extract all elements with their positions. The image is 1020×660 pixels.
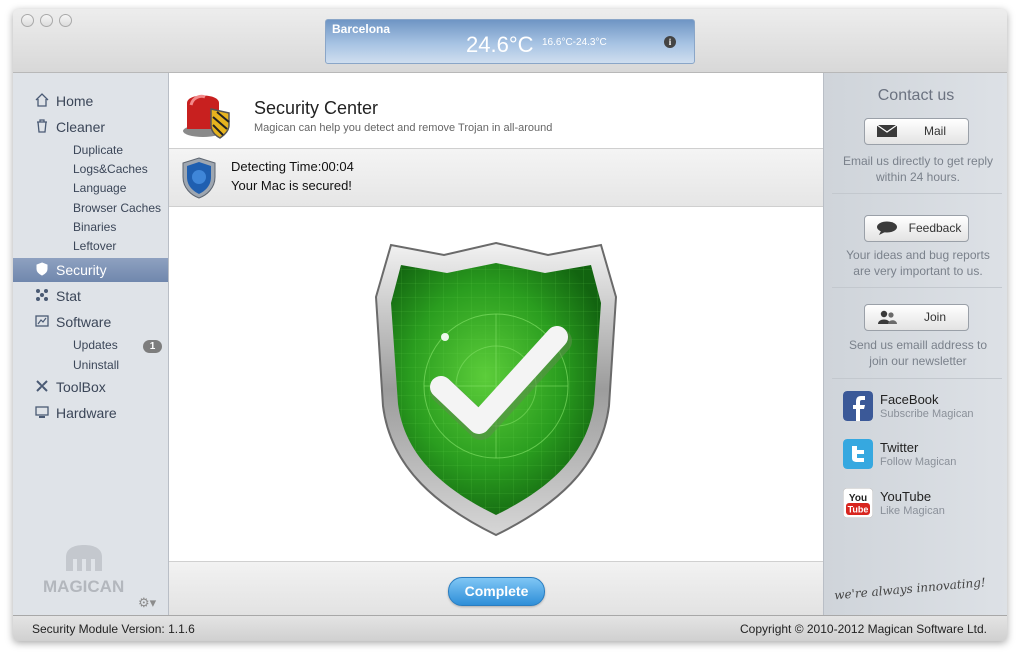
sidebar-item-home[interactable]: Home: [13, 89, 168, 113]
youtube-icon: YouTube: [843, 488, 873, 518]
app-window: Barcelona 24.6°C 16.6°C-24.3°C i Home Cl…: [13, 9, 1007, 641]
detection-status-bar: Detecting Time:00:04 Your Mac is secured…: [169, 149, 823, 207]
version-label: Security Module Version: 1.1.6: [32, 622, 195, 636]
twitter-icon: [843, 439, 873, 469]
facebook-link[interactable]: FaceBook Subscribe Magican: [843, 391, 1003, 425]
toolbox-icon: [36, 380, 48, 392]
contact-title: Contact us: [877, 87, 955, 104]
users-icon: [878, 310, 897, 324]
info-icon[interactable]: i: [664, 36, 676, 48]
sidebar-subitem-duplicate[interactable]: Duplicate: [73, 143, 123, 157]
svg-text:Tube: Tube: [848, 505, 869, 515]
social-sub: Subscribe Magican: [880, 408, 974, 420]
zoom-window-button[interactable]: [59, 14, 72, 27]
gear-icon[interactable]: ⚙▾: [138, 595, 156, 611]
sidebar-subitem-updates[interactable]: Updates: [73, 338, 118, 352]
youtube-link[interactable]: You Tube YouTube Like Magican: [843, 488, 1003, 522]
small-shield-icon: [182, 157, 216, 199]
weather-temperature: 24.6°C: [466, 32, 534, 57]
join-description: Send us emaill address to join our newsl…: [848, 338, 988, 368]
security-alarm-icon: [183, 94, 230, 139]
divider: [832, 287, 1002, 288]
title-bar: Barcelona 24.6°C 16.6°C-24.3°C i: [13, 9, 1007, 73]
stat-icon: [36, 289, 48, 301]
sidebar-item-label: Home: [56, 93, 94, 109]
complete-button[interactable]: Complete: [448, 577, 545, 606]
sidebar-item-label: Hardware: [56, 405, 117, 421]
weather-range: 16.6°C-24.3°C: [542, 37, 607, 48]
hardware-icon: [35, 406, 49, 418]
magican-logo-icon: [66, 545, 102, 571]
feedback-button-label: Feedback: [908, 221, 962, 235]
magican-logo-text: MAGICAN: [43, 577, 125, 596]
social-name: YouTube: [880, 489, 932, 504]
mail-description: Email us directly to get reply within 24…: [842, 154, 994, 184]
sidebar-item-label: Stat: [56, 288, 81, 304]
secured-message: Your Mac is secured!: [231, 178, 352, 193]
sidebar-item-label: ToolBox: [56, 379, 106, 395]
twitter-link[interactable]: Twitter Follow Magican: [843, 439, 1003, 473]
sidebar-item-hardware[interactable]: Hardware: [13, 401, 168, 425]
sidebar-subitem-language[interactable]: Language: [73, 181, 126, 195]
sidebar-subitem-leftover[interactable]: Leftover: [73, 239, 116, 253]
social-sub: Like Magican: [880, 505, 945, 517]
software-icon: [35, 315, 49, 327]
sidebar-item-stat[interactable]: Stat: [13, 284, 168, 308]
detecting-time: Detecting Time:00:04: [231, 159, 354, 174]
sidebar-item-software[interactable]: Software: [13, 310, 168, 334]
weather-city: Barcelona: [332, 22, 391, 36]
social-sub: Follow Magican: [880, 456, 957, 468]
status-line: Security Module Version: 1.1.6 Copyright…: [13, 615, 1007, 641]
sidebar: Home Cleaner Duplicate Logs&Caches Langu…: [13, 73, 169, 615]
copyright-label: Copyright © 2010-2012 Magican Software L…: [740, 622, 987, 636]
sidebar-item-cleaner[interactable]: Cleaner: [13, 115, 168, 139]
sidebar-item-label: Security: [56, 262, 107, 278]
divider: [832, 378, 1002, 379]
sidebar-subitem-binaries[interactable]: Binaries: [73, 220, 116, 234]
weather-widget[interactable]: Barcelona 24.6°C 16.6°C-24.3°C i: [325, 19, 695, 64]
sidebar-item-security[interactable]: Security: [13, 258, 168, 282]
svg-text:You: You: [849, 493, 867, 504]
close-window-button[interactable]: [21, 14, 34, 27]
mail-icon: [876, 124, 898, 137]
trash-icon: [37, 119, 47, 133]
contact-panel: Contact us Mail Email us directly to get…: [823, 73, 1007, 615]
join-button-label: Join: [923, 310, 946, 324]
mail-button[interactable]: Mail: [864, 118, 969, 145]
big-shield-check-icon: [374, 241, 618, 537]
home-icon: [35, 93, 49, 107]
updates-count-badge: 1: [143, 340, 162, 353]
action-footer: Complete: [169, 561, 823, 616]
slogan: we're always innovating!: [833, 575, 987, 603]
social-name: FaceBook: [880, 392, 939, 407]
facebook-icon: [843, 391, 873, 421]
join-button[interactable]: Join: [864, 304, 969, 331]
page-title: Security Center: [254, 98, 379, 118]
main-panel: Security Center Magican can help you det…: [169, 73, 823, 616]
feedback-button[interactable]: Feedback: [864, 215, 969, 242]
sidebar-subitem-browser-caches[interactable]: Browser Caches: [73, 201, 161, 215]
sidebar-item-toolbox[interactable]: ToolBox: [13, 375, 168, 399]
page-subtitle: Magican can help you detect and remove T…: [254, 122, 553, 134]
shield-icon: [36, 262, 48, 276]
social-name: Twitter: [880, 440, 919, 455]
sidebar-subitem-uninstall[interactable]: Uninstall: [73, 358, 119, 372]
divider: [832, 193, 1002, 194]
mail-button-label: Mail: [923, 124, 946, 138]
sidebar-item-label: Cleaner: [56, 119, 106, 135]
main-header: Security Center Magican can help you det…: [169, 73, 823, 149]
feedback-description: Your ideas and bug reports are very impo…: [846, 248, 990, 278]
minimize-window-button[interactable]: [40, 14, 53, 27]
chat-bubble-icon: [877, 221, 897, 235]
sidebar-item-label: Software: [56, 314, 112, 330]
sidebar-subitem-logs-caches[interactable]: Logs&Caches: [73, 162, 148, 176]
